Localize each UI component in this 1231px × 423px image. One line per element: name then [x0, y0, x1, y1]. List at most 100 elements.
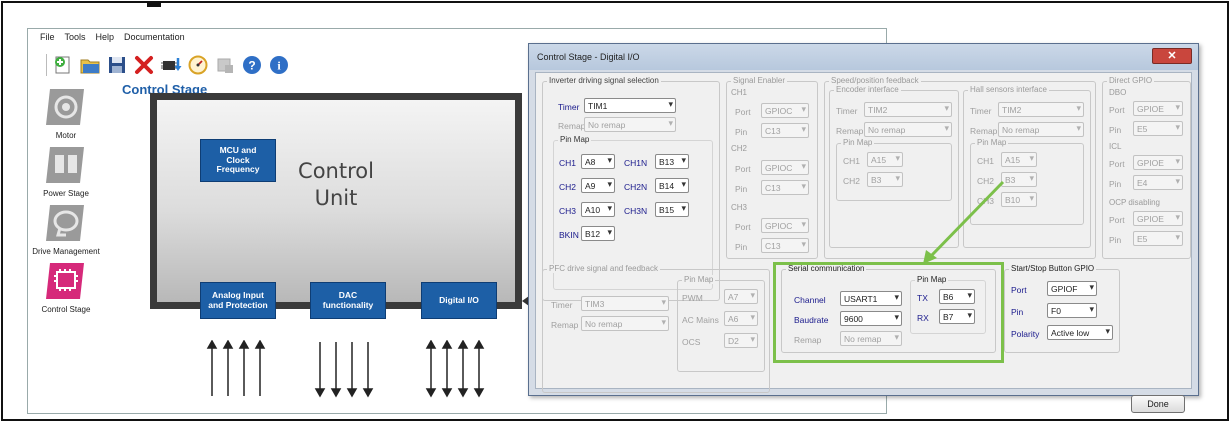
group-title: PFC drive signal and feedback — [547, 264, 660, 273]
startstop-pin-select[interactable]: F0 — [1047, 303, 1097, 318]
port-label: Port — [1109, 159, 1125, 169]
close-button[interactable]: ✕ — [1152, 48, 1192, 64]
digital-io-arrows — [419, 340, 489, 398]
pfc-group: PFC drive signal and feedback Timer TIM3… — [542, 264, 770, 393]
dialog-title: Control Stage - Digital I/O — [537, 52, 640, 62]
encoder-ch2-select: B3 — [867, 172, 903, 187]
group-title: Start/Stop Button GPIO — [1009, 264, 1097, 273]
sidebar-item-motor[interactable]: Motor — [32, 85, 100, 140]
info-icon[interactable]: i — [268, 54, 290, 76]
gauge-icon[interactable] — [187, 54, 209, 76]
pin-label: Pin — [1109, 179, 1122, 189]
bkin-label: BKIN — [559, 230, 579, 240]
dialog-titlebar[interactable]: Control Stage - Digital I/O ✕ — [529, 44, 1198, 70]
analog-input-arrows — [200, 340, 270, 398]
encoder-ch1-select: A15 — [867, 152, 903, 167]
ocp-port-select: GPIOE — [1133, 211, 1183, 226]
ch1n-select[interactable]: B13 — [655, 154, 689, 169]
group-title: Pin Map — [975, 138, 1009, 147]
timer-label: Timer — [836, 106, 858, 116]
sidebar-item-control-stage[interactable]: Control Stage — [32, 259, 100, 314]
ch3-label: CH3 — [977, 196, 995, 206]
group-title: Encoder interface — [834, 85, 901, 94]
icl-pin-select: E4 — [1133, 175, 1183, 190]
group-title: Inverter driving signal selection — [547, 76, 661, 85]
sidebar-item-label: Motor — [55, 131, 77, 140]
power-stage-icon — [44, 143, 88, 187]
mcu-clock-button[interactable]: MCU and Clock Frequency — [200, 139, 276, 182]
startstop-port-select[interactable]: GPIOF — [1047, 281, 1097, 296]
timer-label: Timer — [970, 106, 992, 116]
ch2-select[interactable]: A9 — [581, 178, 615, 193]
ch2-port-select: GPIOC — [761, 160, 809, 175]
ch3n-select[interactable]: B15 — [655, 202, 689, 217]
dac-button[interactable]: DAC functionality — [310, 282, 386, 319]
disabled-tool-icon — [214, 54, 236, 76]
ch3-select[interactable]: A10 — [581, 202, 615, 217]
pin-label: Pin — [1109, 125, 1122, 135]
bkin-select[interactable]: B12 — [581, 226, 615, 241]
sidebar-item-label: Drive Management — [32, 247, 100, 256]
ch3-port-select: GPIOC — [761, 218, 809, 233]
menu-tools[interactable]: Tools — [65, 32, 86, 42]
serial-highlight-box — [773, 262, 1004, 363]
signal-enabler-group: Signal Enabler CH1 Port GPIOC Pin C13 CH… — [726, 76, 818, 259]
hall-ch3-select: B10 — [1001, 192, 1037, 207]
port-label: Port — [1011, 285, 1027, 295]
ocs-select: D2 — [724, 333, 758, 348]
ch2-label: CH2 — [977, 176, 995, 186]
save-icon[interactable] — [106, 54, 128, 76]
ch1-port-select: GPIOC — [761, 103, 809, 118]
ch1-select[interactable]: A8 — [581, 154, 615, 169]
menu-file[interactable]: File — [40, 32, 55, 42]
remap-label: Remap — [551, 320, 579, 330]
toolbar-separator — [46, 54, 47, 76]
pin-label: Pin — [735, 242, 748, 252]
inverter-timer-select[interactable]: TIM1 — [584, 98, 676, 113]
dbo-port-select: GPIOE — [1133, 101, 1183, 116]
menu-help[interactable]: Help — [96, 32, 115, 42]
hall-ch2-select: B3 — [1001, 172, 1037, 187]
dbo-subtitle: DBO — [1109, 88, 1127, 97]
ch2-pin-select: C13 — [761, 180, 809, 195]
new-project-icon[interactable] — [52, 54, 74, 76]
ch3-subtitle: CH3 — [731, 203, 748, 212]
group-title: Pin Map — [841, 138, 875, 147]
polarity-label: Polarity — [1011, 329, 1040, 339]
digital-io-button[interactable]: Digital I/O — [421, 282, 497, 319]
group-title: Direct GPIO — [1107, 76, 1155, 85]
ch1-label: CH1 — [977, 156, 995, 166]
delete-icon[interactable] — [133, 54, 155, 76]
hall-pinmap-group: Pin Map CH1 A15 CH2 B3 CH3 B10 — [970, 138, 1084, 225]
port-label: Port — [1109, 215, 1125, 225]
done-button[interactable]: Done — [1131, 395, 1185, 413]
chip-download-icon[interactable] — [160, 54, 182, 76]
ch3n-label: CH3N — [624, 206, 648, 216]
pin-label: Pin — [735, 184, 748, 194]
sidebar-item-drive-management[interactable]: Drive Management — [32, 201, 100, 256]
dac-output-arrows — [308, 340, 378, 398]
encoder-group: Encoder interface Timer TIM2 Remap No re… — [829, 85, 959, 248]
sidebar-item-label: Power Stage — [43, 189, 89, 198]
polarity-select[interactable]: Active low — [1047, 325, 1113, 340]
direct-gpio-group: Direct GPIO DBO Port GPIOE Pin E5 ICL Po… — [1102, 76, 1191, 259]
help-icon[interactable]: ? — [241, 54, 263, 76]
ch2n-select[interactable]: B14 — [655, 178, 689, 193]
group-title: Speed/position feedback — [829, 76, 921, 85]
pfc-remap-select: No remap — [581, 316, 669, 331]
ch3-pin-select: C13 — [761, 238, 809, 253]
timer-label: Timer — [551, 300, 573, 310]
hall-ch1-select: A15 — [1001, 152, 1037, 167]
ch1-label: CH1 — [559, 158, 577, 168]
sidebar-item-power-stage[interactable]: Power Stage — [32, 143, 100, 198]
group-title: Signal Enabler — [731, 76, 788, 85]
group-title: Pin Map — [558, 135, 592, 144]
menu-documentation[interactable]: Documentation — [124, 32, 185, 42]
pin-label: Pin — [1011, 307, 1024, 317]
icl-subtitle: ICL — [1109, 142, 1122, 151]
ch1-subtitle: CH1 — [731, 88, 748, 97]
analog-input-button[interactable]: Analog Input and Protection — [200, 282, 276, 319]
port-label: Port — [735, 107, 751, 117]
group-title: Pin Map — [682, 275, 716, 284]
open-folder-icon[interactable] — [79, 54, 101, 76]
